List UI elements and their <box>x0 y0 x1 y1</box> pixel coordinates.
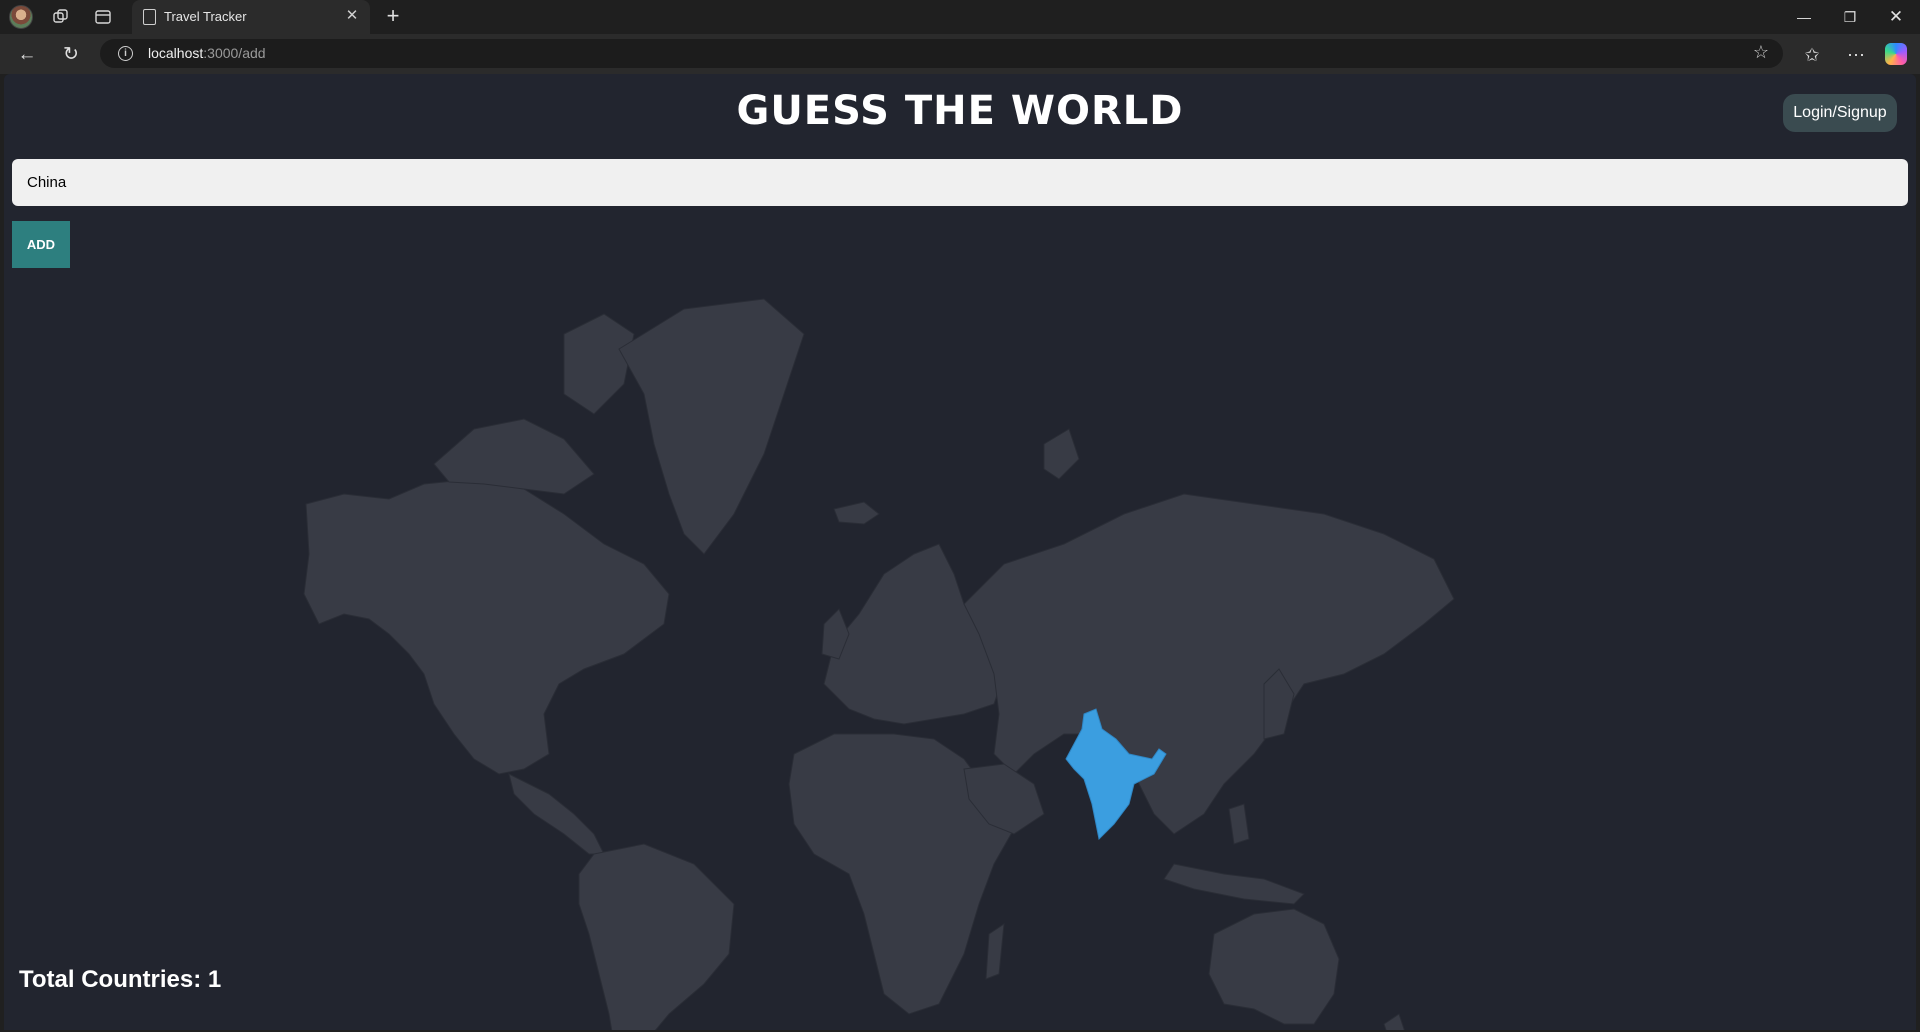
login-signup-button[interactable]: Login/Signup <box>1783 94 1897 132</box>
north-america-landmass <box>303 478 670 775</box>
page-title: GUESS THE WORLD <box>736 88 1184 134</box>
total-countries: Total Countries: 1 <box>19 966 222 993</box>
new-tab-icon[interactable]: + <box>380 4 406 30</box>
greenland <box>618 298 805 555</box>
browser-tab-bar: Travel Tracker ✕ + — ❐ ✕ <box>0 0 1920 34</box>
country-input[interactable] <box>12 159 1908 206</box>
close-window-icon[interactable]: ✕ <box>1873 0 1919 34</box>
close-tab-icon[interactable]: ✕ <box>342 6 362 26</box>
novaya-zemlya <box>1043 428 1080 480</box>
tab-travel-tracker[interactable]: Travel Tracker ✕ <box>132 0 370 34</box>
address-bar: ← ↻ i localhost:3000/add ☆ ✩ ⋯ <box>0 34 1920 74</box>
site-info-icon[interactable]: i <box>118 46 133 61</box>
arctic-islands <box>433 418 595 495</box>
europe <box>823 543 1005 725</box>
profile-avatar[interactable] <box>9 5 33 29</box>
madagascar <box>985 922 1005 980</box>
url-text: localhost:3000/add <box>148 45 266 61</box>
philippines <box>1228 803 1250 845</box>
page-icon <box>143 9 156 25</box>
url-field[interactable]: i localhost:3000/add ☆ <box>100 39 1783 68</box>
restore-icon[interactable]: ❐ <box>1827 0 1873 34</box>
total-count: 1 <box>207 966 222 993</box>
iceland <box>833 501 880 525</box>
favorites-icon[interactable]: ✩ <box>1797 40 1827 70</box>
central-america <box>508 773 605 855</box>
indonesia <box>1163 863 1305 905</box>
tab-actions-icon[interactable] <box>91 5 115 29</box>
more-menu-icon[interactable]: ⋯ <box>1841 40 1871 70</box>
minimize-icon[interactable]: — <box>1781 0 1827 34</box>
world-map <box>303 298 1455 1030</box>
new-zealand <box>1383 1013 1405 1030</box>
australia <box>1208 908 1340 1025</box>
copilot-icon[interactable] <box>1885 43 1907 65</box>
south-america <box>578 843 735 1030</box>
tab-title: Travel Tracker <box>164 9 247 24</box>
workspaces-icon[interactable] <box>49 5 73 29</box>
favorite-star-icon[interactable]: ☆ <box>1753 42 1769 63</box>
baffin-island <box>563 313 635 415</box>
page-viewport: GUESS THE WORLD Login/Signup ADD <box>4 74 1916 1030</box>
reload-icon[interactable]: ↻ <box>56 40 86 70</box>
asia <box>963 493 1455 835</box>
back-icon[interactable]: ← <box>12 40 42 70</box>
